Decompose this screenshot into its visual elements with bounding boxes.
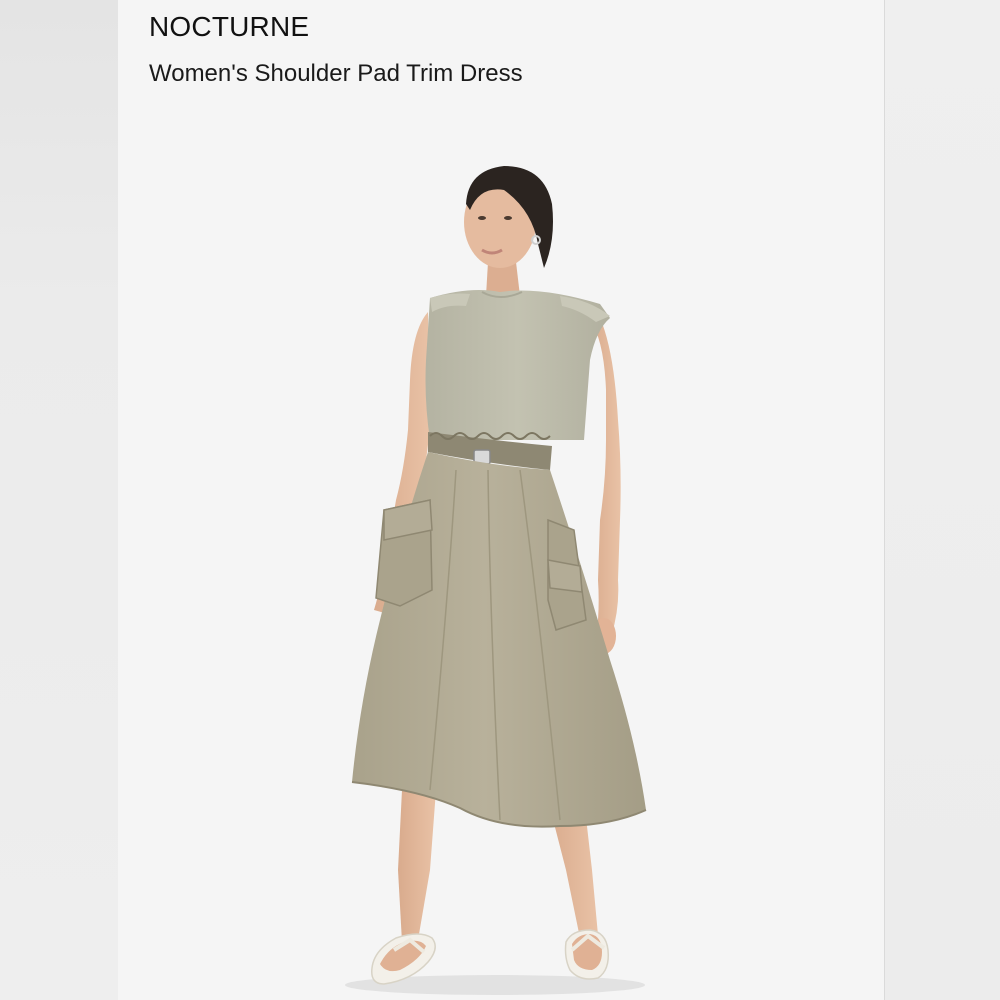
right-eye — [504, 216, 512, 220]
product-card[interactable]: NOCTURNE Women's Shoulder Pad Trim Dress — [118, 0, 885, 1000]
right-backdrop — [884, 0, 1000, 1000]
left-backdrop — [0, 0, 118, 1000]
left-eye — [478, 216, 486, 220]
product-photo[interactable] — [118, 100, 884, 1000]
product-title: Women's Shoulder Pad Trim Dress — [149, 60, 523, 87]
right-arm — [590, 318, 621, 640]
brand-name: NOCTURNE — [149, 11, 310, 42]
left-leg — [398, 790, 436, 942]
cargo-pocket-right-flap — [547, 559, 583, 593]
